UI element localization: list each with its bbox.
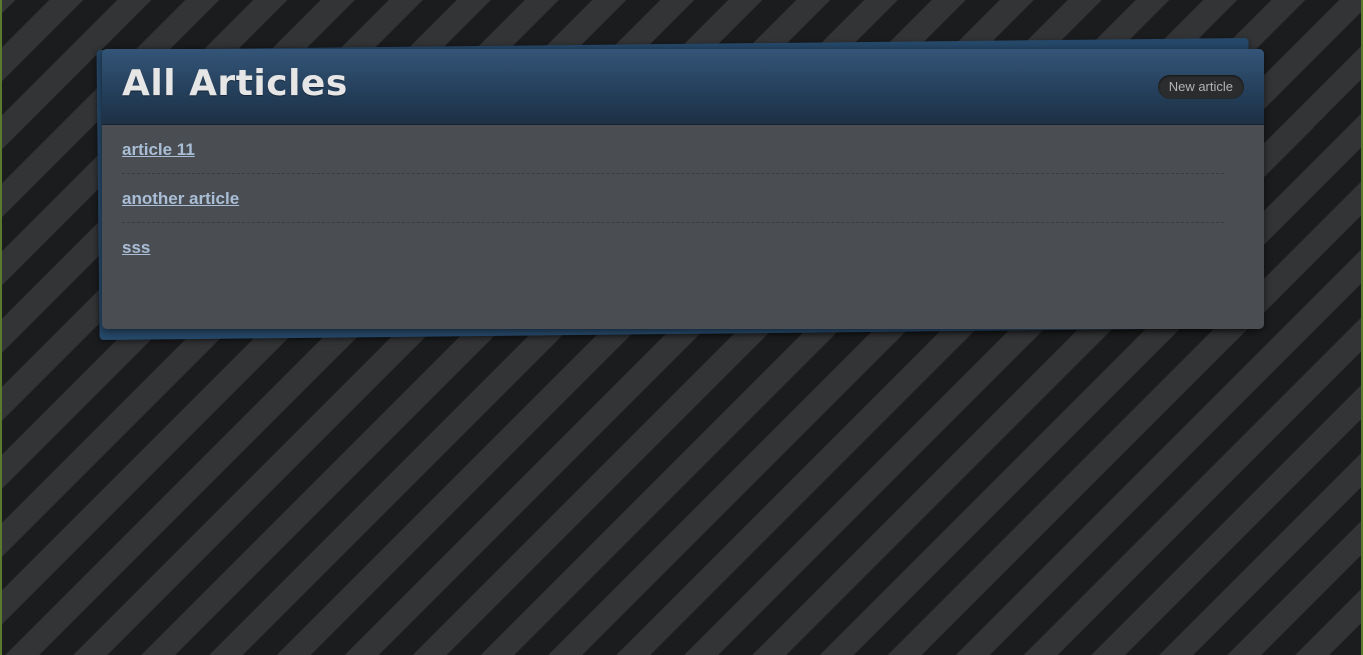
list-item: article 11 xyxy=(122,125,1224,174)
panel-header: All Articles New article xyxy=(102,49,1264,125)
articles-panel: All Articles New article article 11 anot… xyxy=(102,49,1264,329)
list-item: another article xyxy=(122,174,1224,223)
article-link[interactable]: sss xyxy=(122,238,150,257)
article-link[interactable]: article 11 xyxy=(122,140,195,159)
list-item: sss xyxy=(122,223,1224,272)
article-list: article 11 another article sss xyxy=(102,125,1264,272)
new-article-button[interactable]: New article xyxy=(1157,75,1244,99)
page-title: All Articles xyxy=(122,63,348,104)
article-link[interactable]: another article xyxy=(122,189,239,208)
